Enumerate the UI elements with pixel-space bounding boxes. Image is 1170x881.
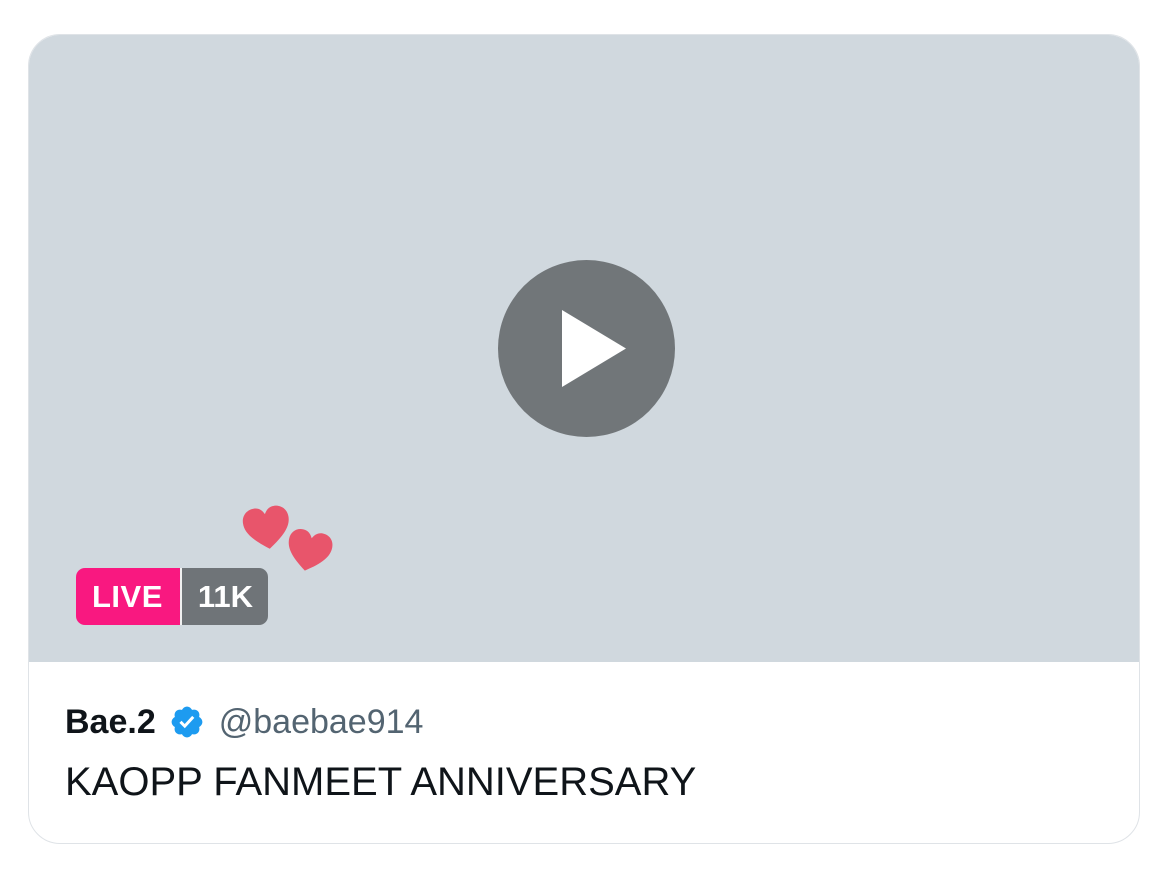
heart-icon (288, 529, 333, 571)
display-name[interactable]: Bae.2 (65, 703, 156, 742)
live-label: LIVE (76, 568, 180, 625)
heart-icon (242, 505, 289, 549)
broadcast-title: KAOPP FANMEET ANNIVERSARY (65, 760, 697, 804)
user-handle[interactable]: @baebae914 (219, 703, 424, 742)
live-status-badge: LIVE 11K (76, 568, 269, 625)
live-broadcast-card[interactable]: LIVE 11K Bae.2 @baebae914 KAOPP FANMEET … (28, 34, 1140, 844)
broadcast-info[interactable]: Bae.2 @baebae914 KAOPP FANMEET ANNIVERSA… (29, 662, 1139, 843)
author-row[interactable]: Bae.2 @baebae914 (65, 700, 423, 744)
play-icon (562, 310, 626, 387)
verified-badge-icon (171, 706, 203, 738)
video-preview[interactable]: LIVE 11K (29, 35, 1139, 662)
viewer-count: 11K (179, 568, 269, 625)
play-button[interactable] (498, 260, 675, 437)
